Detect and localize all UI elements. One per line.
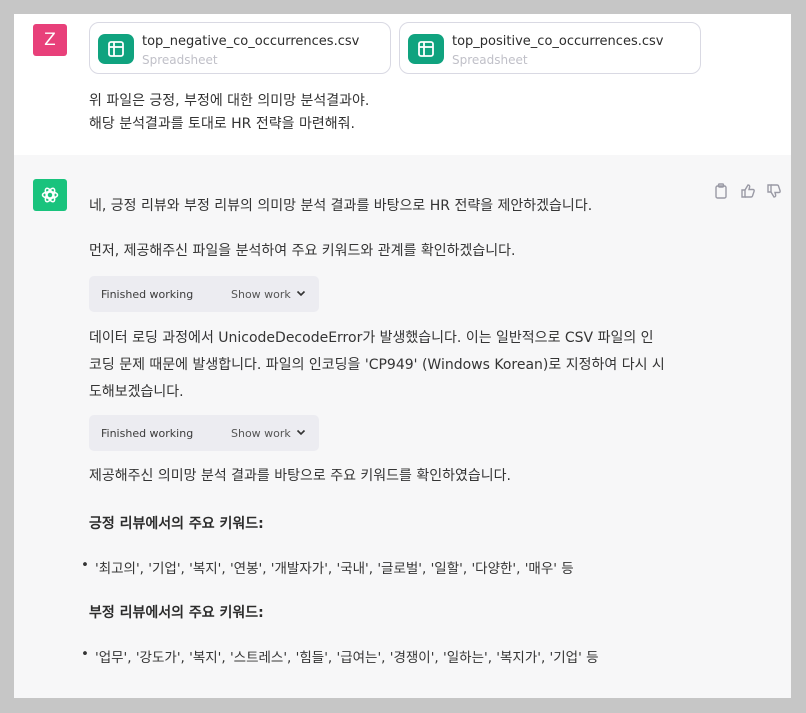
assistant-result-intro: 제공해주신 의미망 분석 결과를 바탕으로 주요 키워드를 확인하였습니다. (89, 468, 511, 484)
file-attachment-positive[interactable]: top_positive_co_occurrences.csv Spreadsh… (399, 22, 701, 74)
openai-logo-icon (33, 179, 67, 211)
user-avatar: Z (33, 24, 67, 56)
work-status-box: Finished working Show work (89, 276, 319, 312)
user-message-line: 위 파일은 긍정, 부정에 대한 의미망 분석결과야. (89, 93, 370, 109)
file-type: Spreadsheet (452, 53, 528, 67)
error-line: 코딩 문제 때문에 발생합니다. 파일의 인코딩을 'CP949' (Windo… (89, 357, 665, 373)
show-work-toggle[interactable]: Show work (231, 427, 291, 440)
copy-icon[interactable] (714, 183, 730, 199)
show-work-toggle[interactable]: Show work (231, 288, 291, 301)
assistant-intro: 네, 긍정 리뷰와 부정 리뷰의 의미망 분석 결과를 바탕으로 HR 전략을 … (89, 198, 593, 214)
assistant-message: 네, 긍정 리뷰와 부정 리뷰의 의미망 분석 결과를 바탕으로 HR 전략을 … (14, 155, 791, 698)
chevron-down-icon[interactable] (295, 426, 307, 438)
bullet-icon: • (81, 646, 89, 662)
user-message-line: 해당 분석결과를 토대로 HR 전략을 마련해줘. (89, 116, 355, 132)
error-line: 도해보겠습니다. (89, 384, 184, 400)
positive-keyword-list: • '최고의', '기업', '복지', '연봉', '개발자가', '국내',… (81, 557, 574, 577)
chat-frame: Z top_negative_co_occurrences.csv Spread… (14, 14, 791, 698)
thumbs-up-icon[interactable] (740, 183, 756, 199)
negative-keywords: '업무', '강도가', '복지', '스트레스', '힘들', '급여는', … (95, 650, 599, 666)
negative-keyword-list: • '업무', '강도가', '복지', '스트레스', '힘들', '급여는'… (81, 646, 599, 666)
assistant-step-text: 먼저, 제공해주신 파일을 분석하여 주요 키워드와 관계를 확인하겠습니다. (89, 243, 516, 259)
user-message: Z top_negative_co_occurrences.csv Spread… (14, 14, 791, 155)
work-status-box: Finished working Show work (89, 415, 319, 451)
positive-keywords: '최고의', '기업', '복지', '연봉', '개발자가', '국내', '… (95, 561, 574, 577)
negative-heading: 부정 리뷰에서의 주요 키워드: (89, 605, 264, 621)
work-status-label: Finished working (101, 427, 194, 440)
thumbs-down-icon[interactable] (766, 183, 782, 199)
message-actions (714, 183, 784, 201)
positive-heading: 긍정 리뷰에서의 주요 키워드: (89, 516, 264, 532)
file-attachment-negative[interactable]: top_negative_co_occurrences.csv Spreadsh… (89, 22, 391, 74)
user-message-text: 위 파일은 긍정, 부정에 대한 의미망 분석결과야. 해당 분석결과를 토대로… (89, 90, 369, 136)
file-type: Spreadsheet (142, 53, 218, 67)
spreadsheet-icon (98, 34, 134, 64)
file-name: top_positive_co_occurrences.csv (452, 34, 664, 49)
assistant-error-text: 데이터 로딩 과정에서 UnicodeDecodeError가 발생했습니다. … (89, 325, 709, 406)
chevron-down-icon[interactable] (295, 287, 307, 299)
work-status-label: Finished working (101, 288, 194, 301)
spreadsheet-icon (408, 34, 444, 64)
user-avatar-initial: Z (44, 30, 56, 50)
file-name: top_negative_co_occurrences.csv (142, 34, 360, 49)
bullet-icon: • (81, 557, 89, 573)
error-line: 데이터 로딩 과정에서 UnicodeDecodeError가 발생했습니다. … (89, 330, 654, 346)
